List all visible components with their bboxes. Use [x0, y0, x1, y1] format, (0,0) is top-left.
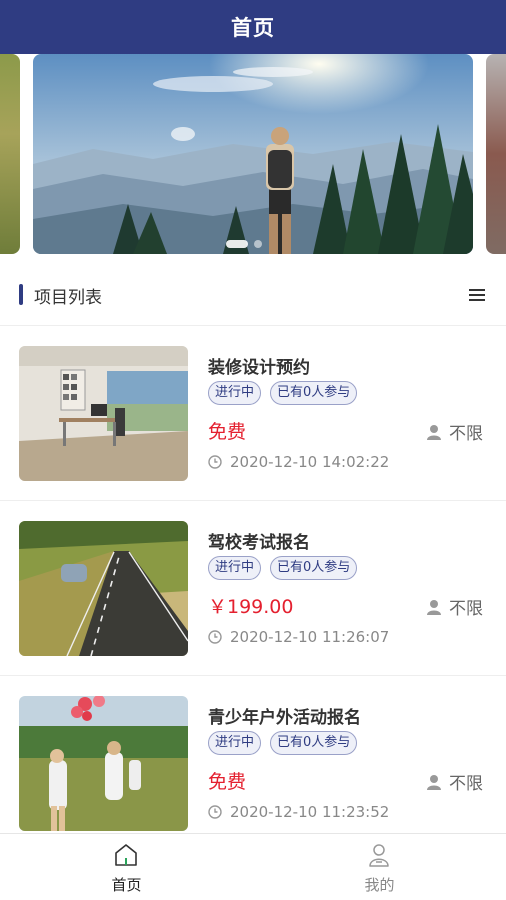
status-badge: 进行中: [208, 731, 262, 755]
people-limit-text: 不限: [449, 774, 483, 794]
people-limit: 不限: [426, 769, 483, 794]
people-limit: 不限: [426, 594, 483, 619]
item-time: 2020-12-10 14:02:22: [208, 453, 389, 471]
tab-home-label: 首页: [111, 876, 142, 894]
clock-icon: [208, 805, 222, 819]
status-badge: 进行中: [208, 381, 262, 405]
bottom-tabbar: 首页 我的: [0, 833, 506, 900]
people-limit: 不限: [426, 419, 483, 444]
item-time-text: 2020-12-10 11:23:52: [230, 803, 390, 821]
tab-mine-label: 我的: [364, 876, 395, 894]
section-accent-bar: [19, 284, 23, 305]
people-limit-text: 不限: [449, 599, 483, 619]
banner-slide-next[interactable]: [486, 54, 506, 254]
item-time: 2020-12-10 11:23:52: [208, 803, 389, 821]
divider: [0, 325, 506, 326]
divider: [0, 675, 506, 676]
app-page: 首页 项目列表 装修设计预约 进行中 已有0人参与 免费 不限 2020-12-…: [0, 0, 506, 900]
item-time-text: 2020-12-10 14:02:22: [230, 453, 390, 471]
clock-icon: [208, 630, 222, 644]
banner-slide-prev[interactable]: [0, 54, 20, 254]
item-title: 驾校考试报名: [208, 533, 310, 553]
participants-badge: 已有0人参与: [270, 556, 358, 580]
page-title: 首页: [231, 16, 275, 40]
carousel-dot-active[interactable]: [226, 240, 248, 248]
nav-header: 首页: [0, 0, 506, 54]
list-item[interactable]: 装修设计预约 进行中 已有0人参与 免费 不限 2020-12-10 14:02…: [0, 327, 506, 501]
list-item[interactable]: 驾校考试报名 进行中 已有0人参与 ￥199.00 不限 2020-12-10 …: [0, 502, 506, 676]
list-menu-icon[interactable]: [467, 286, 487, 304]
banner-slide-hiker[interactable]: [33, 54, 473, 254]
item-price: 免费: [208, 421, 247, 443]
carousel-indicators: [226, 240, 262, 248]
participants-badge: 已有0人参与: [270, 731, 358, 755]
section-header: 项目列表: [0, 270, 506, 320]
banner-image: [33, 54, 473, 254]
item-tags: 进行中 已有0人参与: [208, 381, 358, 405]
item-tags: 进行中 已有0人参与: [208, 731, 358, 755]
clock-icon: [208, 455, 222, 469]
tab-home[interactable]: 首页: [0, 834, 253, 900]
item-thumbnail: [19, 346, 188, 481]
person-icon: [427, 599, 441, 615]
tab-mine[interactable]: 我的: [253, 834, 506, 900]
section-title: 项目列表: [34, 288, 102, 308]
item-title: 青少年户外活动报名: [208, 708, 361, 728]
home-icon: [115, 844, 137, 866]
banner-carousel[interactable]: [0, 54, 506, 258]
participants-badge: 已有0人参与: [270, 381, 358, 405]
divider: [0, 500, 506, 501]
person-icon: [427, 774, 441, 790]
item-tags: 进行中 已有0人参与: [208, 556, 358, 580]
item-price: 免费: [208, 771, 247, 793]
people-limit-text: 不限: [449, 424, 483, 444]
item-title: 装修设计预约: [208, 358, 310, 378]
item-price: ￥199.00: [208, 596, 294, 618]
person-icon: [427, 424, 441, 440]
item-time-text: 2020-12-10 11:26:07: [230, 628, 390, 646]
list-item[interactable]: 青少年户外活动报名 进行中 已有0人参与 免费 不限 2020-12-10 11…: [0, 677, 506, 851]
carousel-dot[interactable]: [254, 240, 262, 248]
user-icon: [369, 844, 389, 867]
status-badge: 进行中: [208, 556, 262, 580]
item-time: 2020-12-10 11:26:07: [208, 628, 389, 646]
item-thumbnail: [19, 696, 188, 831]
item-thumbnail: [19, 521, 188, 656]
